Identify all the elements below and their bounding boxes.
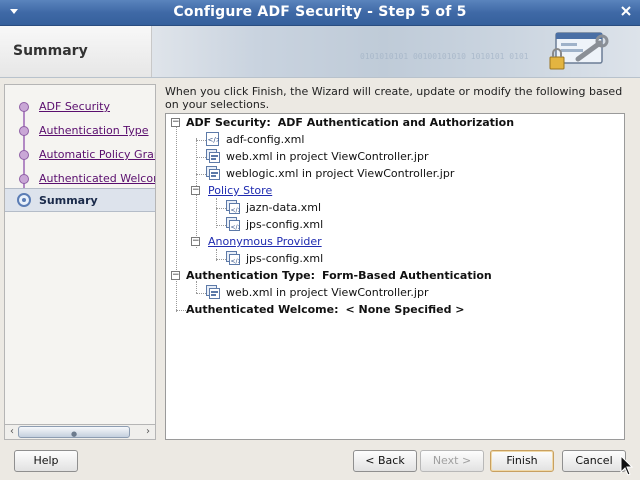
policy-store-link[interactable]: Policy Store [208, 182, 272, 199]
tree-label: adf-config.xml [226, 133, 305, 146]
button-label: Cancel [575, 454, 613, 467]
nav-step-label[interactable]: ADF Security [39, 100, 110, 113]
nav-step-label[interactable]: Summary [39, 194, 98, 207]
nav-step-automatic-policy-grant[interactable]: Automatic Policy Grant [5, 143, 155, 167]
current-step-icon [17, 193, 31, 207]
xml-file-icon: </> [226, 251, 243, 265]
summary-tree: − ADF Security: ADF Authentication and A… [165, 113, 625, 440]
tree-connector [216, 225, 226, 226]
page-title: Summary [13, 43, 88, 59]
scroll-right-icon[interactable]: › [142, 426, 154, 438]
collapse-icon[interactable]: − [171, 118, 180, 127]
web-xml-file-icon [206, 285, 220, 299]
collapse-icon[interactable]: − [191, 186, 200, 195]
svg-text:</>: </> [231, 207, 241, 214]
tree-label: jps-config.xml [246, 252, 324, 265]
svg-text:</>: </> [231, 258, 241, 265]
tree-connector [176, 127, 177, 312]
nav-step-summary[interactable]: Summary [5, 188, 155, 212]
nav-step-label[interactable]: Automatic Policy Grant [39, 148, 155, 161]
tree-label: jazn-data.xml [246, 201, 322, 214]
svg-text:</>: </> [231, 224, 241, 231]
security-wizard-icon [548, 29, 610, 77]
xml-file-icon: </> [226, 217, 243, 231]
tree-node-text: Authentication Type: Form-Based Authenti… [186, 267, 492, 284]
tree-value: < None Specified > [345, 303, 465, 316]
back-button[interactable]: < Back [353, 450, 417, 472]
tree-connector [196, 157, 206, 158]
tree-connector [176, 310, 186, 311]
summary-description: When you click Finish, the Wizard will c… [165, 85, 623, 111]
tree-node-text: Authenticated Welcome: < None Specified … [186, 301, 465, 318]
button-label: Finish [506, 454, 538, 467]
button-label: Help [33, 454, 59, 467]
banner-decoration: 0101010101 00100101010 1010101 0101 [360, 52, 529, 61]
nav-step-label[interactable]: Authenticated Welcome [39, 172, 155, 185]
mouse-pointer-icon [620, 454, 634, 480]
tree-label: Authentication Type: [186, 269, 316, 282]
close-icon[interactable] [617, 4, 634, 21]
title-bar: Configure ADF Security - Step 5 of 5 [0, 0, 640, 26]
collapse-icon[interactable]: − [191, 237, 200, 246]
finish-button[interactable]: Finish [490, 450, 554, 472]
nav-step-authentication-type[interactable]: Authentication Type [5, 119, 155, 143]
nav-horizontal-scrollbar[interactable]: ‹ ● › [4, 424, 156, 440]
grip-icon: ● [71, 430, 78, 438]
scrollbar-thumb[interactable]: ● [18, 426, 130, 438]
tree-connector [196, 174, 206, 175]
header-title-area: Summary [0, 26, 152, 77]
tree-label: web.xml in project ViewController.jpr [226, 150, 429, 163]
step-dot-icon [19, 102, 29, 112]
wizard-step-nav: ADF Security Authentication Type Automat… [4, 84, 156, 440]
next-button[interactable]: Next > [420, 450, 484, 472]
window-title: Configure ADF Security - Step 5 of 5 [173, 4, 467, 20]
tree-label: jps-config.xml [246, 218, 324, 231]
nav-step-adf-security[interactable]: ADF Security [5, 95, 155, 119]
web-xml-file-icon [206, 166, 220, 180]
help-button[interactable]: Help [14, 450, 78, 472]
tree-label: Authenticated Welcome: [186, 303, 339, 316]
step-dot-icon [19, 150, 29, 160]
tree-connector [196, 140, 206, 141]
tree-label: weblogic.xml in project ViewController.j… [226, 167, 455, 180]
tree-value: Form-Based Authentication [322, 269, 492, 282]
web-xml-file-icon [206, 149, 220, 163]
button-label: Next > [432, 454, 472, 467]
tree-connector [196, 293, 206, 294]
button-label: < Back [365, 454, 405, 467]
step-dot-icon [19, 126, 29, 136]
tree-connector [216, 198, 217, 228]
anonymous-provider-link[interactable]: Anonymous Provider [208, 233, 322, 250]
svg-text:</>: </> [208, 136, 220, 144]
xml-file-icon: </> [206, 132, 222, 146]
header-banner: Summary 0101010101 00100101010 1010101 0… [0, 26, 640, 78]
tree-connector [216, 259, 226, 260]
step-dot-icon [19, 174, 29, 184]
nav-step-label[interactable]: Authentication Type [39, 124, 149, 137]
tree-node-text: ADF Security: ADF Authentication and Aut… [186, 114, 514, 131]
tree-value: ADF Authentication and Authorization [277, 116, 515, 129]
collapse-icon[interactable]: − [171, 271, 180, 280]
xml-file-icon: </> [226, 200, 243, 214]
tree-label: ADF Security: [186, 116, 271, 129]
tree-label: web.xml in project ViewController.jpr [226, 286, 429, 299]
tree-connector [216, 208, 226, 209]
cancel-button[interactable]: Cancel [562, 450, 626, 472]
scroll-left-icon[interactable]: ‹ [6, 426, 18, 438]
